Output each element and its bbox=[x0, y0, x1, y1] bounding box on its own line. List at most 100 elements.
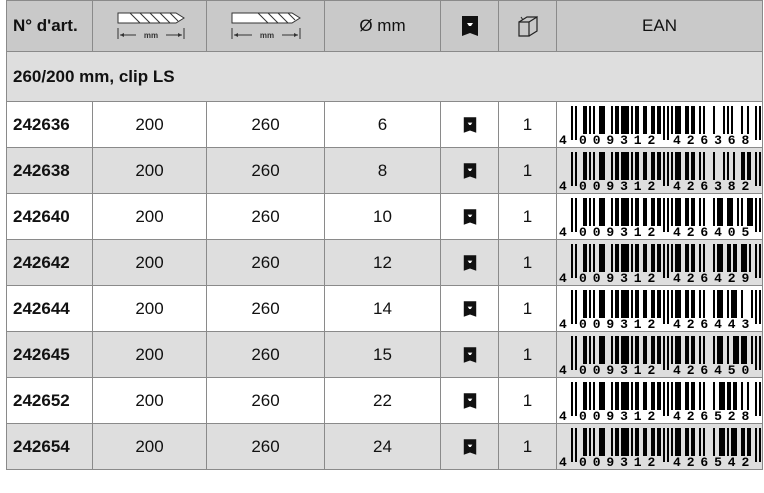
barcode-bar bbox=[747, 197, 749, 226]
ean-barcode-cell: 4 009312 426429 bbox=[556, 239, 763, 286]
barcode-bar bbox=[663, 197, 665, 232]
barcode-bar bbox=[675, 105, 677, 134]
barcode-bar bbox=[677, 105, 679, 134]
barcode-bar bbox=[719, 289, 721, 318]
barcode-bar bbox=[693, 427, 695, 456]
barcode-bar bbox=[741, 243, 743, 272]
barcode-bar bbox=[599, 105, 601, 134]
barcode-bar bbox=[733, 381, 735, 410]
barcode-bar bbox=[657, 105, 659, 134]
clip-pack-icon bbox=[463, 392, 476, 409]
working-length-value: 200 bbox=[92, 423, 207, 470]
barcode-bar bbox=[589, 427, 591, 456]
barcode-bar bbox=[611, 381, 613, 410]
barcode-bar bbox=[623, 335, 625, 364]
barcode-bar bbox=[749, 243, 751, 272]
barcode-bar bbox=[713, 381, 715, 410]
barcode-bar bbox=[623, 381, 625, 410]
barcode-bar bbox=[747, 427, 749, 456]
barcode-bar bbox=[755, 381, 757, 416]
barcode-bar bbox=[745, 335, 747, 364]
barcode-bar bbox=[599, 289, 601, 318]
barcode-bar bbox=[719, 243, 721, 272]
ean-first-digit: 4 bbox=[559, 455, 567, 468]
barcode-bar bbox=[623, 197, 625, 226]
total-length-value: 260 bbox=[206, 147, 325, 194]
barcode-bar bbox=[667, 335, 669, 370]
barcode-bar bbox=[603, 243, 605, 272]
barcode-bar bbox=[699, 105, 701, 134]
barcode-bar bbox=[601, 335, 603, 364]
working-length-value: 200 bbox=[92, 101, 207, 148]
barcode-bar bbox=[685, 289, 687, 318]
barcode-bar bbox=[663, 289, 665, 324]
barcode: 4 009312 426382 bbox=[559, 151, 761, 192]
barcode-bar bbox=[601, 243, 603, 272]
barcode-bar bbox=[635, 381, 637, 410]
total-length-value: 260 bbox=[206, 101, 325, 148]
box-quantity-value: 1 bbox=[498, 239, 557, 286]
barcode-bar bbox=[691, 289, 693, 318]
barcode-bar bbox=[621, 151, 623, 180]
clip-pack-header bbox=[440, 0, 499, 52]
barcode-bar bbox=[675, 335, 677, 364]
ean-right-group: 426450 bbox=[673, 363, 755, 376]
barcode-bar bbox=[659, 427, 661, 456]
barcode-bar bbox=[679, 197, 681, 226]
barcode-bar bbox=[659, 381, 661, 410]
barcode-bar bbox=[615, 243, 617, 272]
barcode-bar bbox=[747, 151, 749, 180]
barcode-bar bbox=[755, 151, 757, 186]
clip-pack-icon bbox=[463, 162, 476, 179]
barcode-bar bbox=[727, 105, 729, 134]
barcode-bar bbox=[585, 335, 587, 364]
barcode-bar bbox=[671, 427, 673, 456]
barcode-bar bbox=[691, 243, 693, 272]
barcode: 4 009312 426368 bbox=[559, 105, 761, 146]
barcode-bar bbox=[615, 105, 617, 134]
barcode-bar bbox=[675, 289, 677, 318]
diameter-value: 15 bbox=[324, 331, 441, 378]
barcode-bar bbox=[671, 243, 673, 272]
barcode-bar bbox=[703, 243, 705, 272]
ean-first-digit: 4 bbox=[559, 133, 567, 146]
clip-pack-cell bbox=[440, 423, 499, 470]
barcode-bar bbox=[621, 381, 623, 410]
working-length-value: 200 bbox=[92, 239, 207, 286]
barcode-bar bbox=[625, 427, 627, 456]
barcode-bar bbox=[611, 335, 613, 364]
barcode-bar bbox=[751, 289, 753, 318]
barcode-bar bbox=[717, 243, 719, 272]
barcode-bar bbox=[653, 151, 655, 180]
barcode-bar bbox=[751, 197, 753, 226]
ean-left-group: 009312 bbox=[579, 271, 661, 284]
barcode-bar bbox=[645, 289, 647, 318]
barcode-bar bbox=[703, 151, 705, 180]
barcode-bar bbox=[759, 151, 761, 186]
barcode-bar bbox=[679, 427, 681, 456]
barcode-bar bbox=[623, 151, 625, 180]
clip-pack-cell bbox=[440, 193, 499, 240]
barcode-bar bbox=[603, 289, 605, 318]
diameter-value: 22 bbox=[324, 377, 441, 424]
barcode-bar bbox=[657, 427, 659, 456]
barcode-bar bbox=[713, 427, 715, 456]
barcode-bar bbox=[571, 427, 573, 462]
barcode-bar bbox=[721, 335, 723, 364]
barcode-bar bbox=[637, 105, 639, 134]
barcode-bar bbox=[593, 289, 595, 318]
diameter-value: 10 bbox=[324, 193, 441, 240]
barcode-bar bbox=[667, 427, 669, 462]
ean-barcode-cell: 4 009312 426450 bbox=[556, 331, 763, 378]
barcode: 4 009312 426528 bbox=[559, 381, 761, 422]
box-quantity-value: 1 bbox=[498, 331, 557, 378]
barcode-bar bbox=[659, 151, 661, 180]
diameter-value: 24 bbox=[324, 423, 441, 470]
ean-first-digit: 4 bbox=[559, 179, 567, 192]
barcode-bar bbox=[741, 427, 743, 456]
barcode-bar bbox=[741, 289, 743, 318]
article-number: 242654 bbox=[6, 423, 93, 470]
barcode-bar bbox=[727, 427, 729, 456]
barcode-bar bbox=[727, 151, 729, 180]
barcode-bar bbox=[623, 427, 625, 456]
